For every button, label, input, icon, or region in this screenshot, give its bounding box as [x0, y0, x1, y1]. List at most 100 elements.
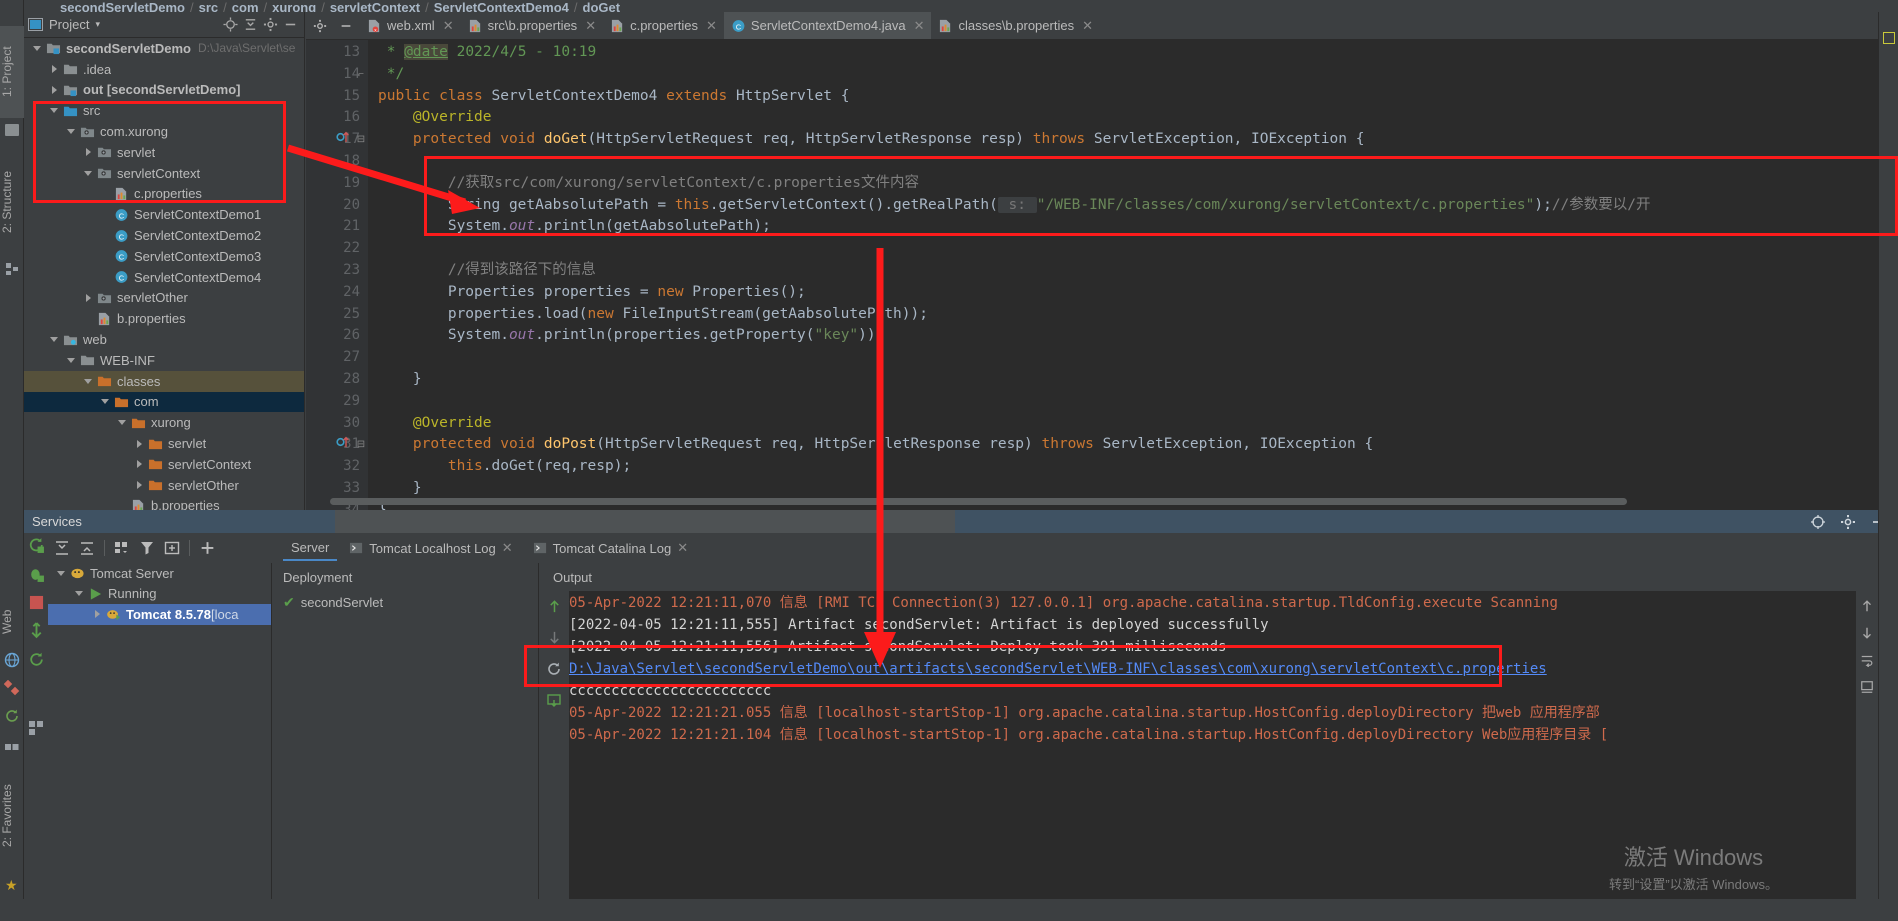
add-icon[interactable] — [199, 540, 216, 557]
code-fold-toggle[interactable]: ⌐ — [356, 64, 366, 86]
code-fold-toggle[interactable]: ⊟ — [356, 129, 366, 151]
close-icon[interactable]: ✕ — [585, 18, 596, 34]
locate-icon[interactable] — [220, 15, 240, 35]
refresh-icon[interactable] — [4, 708, 20, 724]
code-line[interactable]: System.out.println(getAabsolutePath); — [378, 216, 771, 238]
settings-icon[interactable] — [1808, 512, 1828, 532]
sidebar-item-structure[interactable]: 2: Structure — [0, 148, 24, 256]
deploy-icon[interactable] — [28, 622, 45, 639]
chevron-down-icon[interactable] — [74, 588, 85, 599]
down-arrow-icon[interactable] — [547, 630, 562, 645]
filter-icon[interactable] — [139, 540, 155, 556]
chevron-down-icon[interactable] — [83, 376, 94, 387]
override-marker-icon[interactable] — [336, 434, 350, 450]
scroll-end-icon[interactable] — [1860, 680, 1874, 694]
breadcrumb-item[interactable]: src — [199, 0, 219, 12]
settings-gear-icon[interactable] — [310, 16, 330, 36]
up-arrow-icon[interactable] — [547, 599, 562, 614]
tree-node[interactable]: servletContext — [24, 163, 304, 184]
chevron-down-icon[interactable] — [49, 105, 60, 116]
editor-tab[interactable]: src\b.properties ✕ — [461, 12, 604, 39]
deployment-item[interactable]: ✔ secondServlet — [273, 591, 538, 613]
warning-icon[interactable] — [1883, 32, 1895, 44]
tree-node[interactable]: out [secondServletDemo] — [24, 80, 304, 101]
tree-node[interactable]: classes — [24, 370, 304, 392]
stop-icon[interactable] — [29, 595, 44, 610]
code-line[interactable]: protected void doGet(HttpServletRequest … — [378, 129, 1365, 151]
close-icon[interactable]: ✕ — [1082, 18, 1093, 34]
tree-node[interactable]: .idea — [24, 59, 304, 80]
code-line[interactable]: } — [378, 369, 422, 391]
editor-tab[interactable]: c.properties ✕ — [603, 12, 724, 39]
breadcrumb-item[interactable]: xurong — [272, 0, 316, 12]
tree-node[interactable]: C ServletContextDemo1 — [24, 204, 304, 225]
print-icon[interactable] — [546, 693, 562, 709]
tree-node[interactable]: c.properties — [24, 184, 304, 205]
breadcrumb-item[interactable]: ServletContextDemo4 — [434, 0, 569, 12]
chevron-down-icon[interactable] — [100, 396, 111, 407]
sidebar-item-favorites[interactable]: 2: Favorites — [0, 760, 24, 872]
editor-code[interactable]: * @date 2022/4/5 - 10:19 */ public class … — [368, 40, 1878, 510]
rerun-icon[interactable] — [546, 661, 562, 677]
scroll-down-icon[interactable] — [1860, 626, 1874, 640]
add-frame-icon[interactable] — [164, 540, 180, 556]
services-tree-node[interactable]: Running — [48, 584, 271, 605]
rerun-icon[interactable] — [28, 537, 45, 554]
run-config-tabs[interactable]: Server Tomcat Localhost Log ✕ Tomcat Catali… — [273, 533, 1878, 563]
tree-node[interactable]: src — [24, 100, 304, 121]
services-tree-node[interactable]: Tomcat 8.5.78 [loca — [48, 604, 271, 625]
tree-node[interactable]: com — [24, 391, 304, 413]
editor-tab[interactable]: classes\b.properties ✕ — [931, 12, 1100, 39]
chevron-down-icon[interactable] — [66, 355, 77, 366]
code-fold-toggle[interactable]: ⊟ — [356, 434, 366, 456]
debug-icon[interactable] — [28, 566, 45, 583]
code-line[interactable]: protected void doPost(HttpServletRequest… — [378, 434, 1373, 456]
close-icon[interactable]: ✕ — [502, 540, 513, 556]
tree-node[interactable]: web — [24, 329, 304, 350]
close-icon[interactable]: ✕ — [706, 18, 717, 34]
run-tab[interactable]: Server — [283, 536, 338, 561]
chevron-right-icon[interactable] — [134, 459, 145, 470]
code-line[interactable]: @Override — [378, 413, 492, 435]
chevron-down-icon[interactable]: ▾ — [95, 19, 100, 30]
sidebar-item-project[interactable]: 1: Project — [0, 26, 24, 118]
code-line[interactable]: System.out.println(properties.getPropert… — [378, 325, 885, 347]
services-tree-node[interactable]: Tomcat Server — [48, 563, 271, 584]
chevron-right-icon[interactable] — [134, 438, 145, 449]
code-line[interactable]: } — [378, 478, 422, 500]
chevron-right-icon[interactable] — [83, 292, 94, 303]
run-tab[interactable]: Tomcat Localhost Log ✕ — [341, 536, 520, 560]
tree-node[interactable]: servlet — [24, 142, 304, 163]
code-editor[interactable]: 13 14 ⌐ 15 16 17 ⊟ 18 19 20 21 22 23 24 25 26 27 28 29 30 31… — [306, 40, 1878, 510]
code-line[interactable]: properties.load(new FileInputStream(getA… — [378, 304, 928, 326]
chevron-right-icon[interactable] — [134, 480, 145, 491]
tree-node[interactable]: b.properties — [24, 496, 304, 510]
chevron-right-icon[interactable] — [92, 609, 103, 620]
output-console[interactable]: 05-Apr-2022 12:21:11,070 信息 [RMI TCP Con… — [569, 591, 1856, 899]
tree-node[interactable]: C ServletContextDemo4 — [24, 267, 304, 288]
code-line[interactable]: */ — [378, 64, 404, 86]
tree-node[interactable]: C ServletContextDemo2 — [24, 225, 304, 246]
sidebar-item-web[interactable]: Web — [0, 600, 24, 644]
chevron-down-icon[interactable] — [117, 417, 128, 428]
group-icon[interactable] — [114, 540, 130, 556]
run-tab[interactable]: Tomcat Catalina Log ✕ — [525, 536, 696, 560]
breadcrumb-item[interactable]: doGet — [583, 0, 621, 12]
editor-tab[interactable]: x web.xml ✕ — [360, 12, 461, 39]
code-line[interactable]: //获取src/com/xurong/servletContext/c.prop… — [378, 173, 919, 195]
breadcrumb-item[interactable]: secondServletDemo — [60, 0, 185, 12]
tree-node[interactable]: xurong — [24, 412, 304, 433]
tree-node[interactable]: servlet — [24, 433, 304, 454]
close-icon[interactable]: ✕ — [914, 18, 925, 34]
code-line[interactable]: * @date 2022/4/5 - 10:19 — [378, 42, 596, 64]
editor-gutter[interactable]: 13 14 ⌐ 15 16 17 ⊟ 18 19 20 21 22 23 24 25 26 27 28 29 30 31… — [306, 40, 368, 510]
project-tree[interactable]: secondServletDemo D:\Java\Servlet\se .idea… — [24, 38, 304, 510]
soft-wrap-icon[interactable] — [1860, 653, 1874, 667]
chevron-down-icon[interactable] — [83, 168, 94, 179]
close-icon[interactable]: ✕ — [443, 18, 454, 34]
code-line[interactable]: //得到该路径下的信息 — [378, 260, 596, 282]
close-icon[interactable]: ✕ — [677, 540, 688, 556]
console-file-link[interactable]: D:\Java\Servlet\secondServletDemo\out\ar… — [569, 661, 1547, 677]
chevron-down-icon[interactable] — [56, 568, 67, 579]
editor-tab[interactable]: C ServletContextDemo4.java ✕ — [723, 12, 932, 39]
